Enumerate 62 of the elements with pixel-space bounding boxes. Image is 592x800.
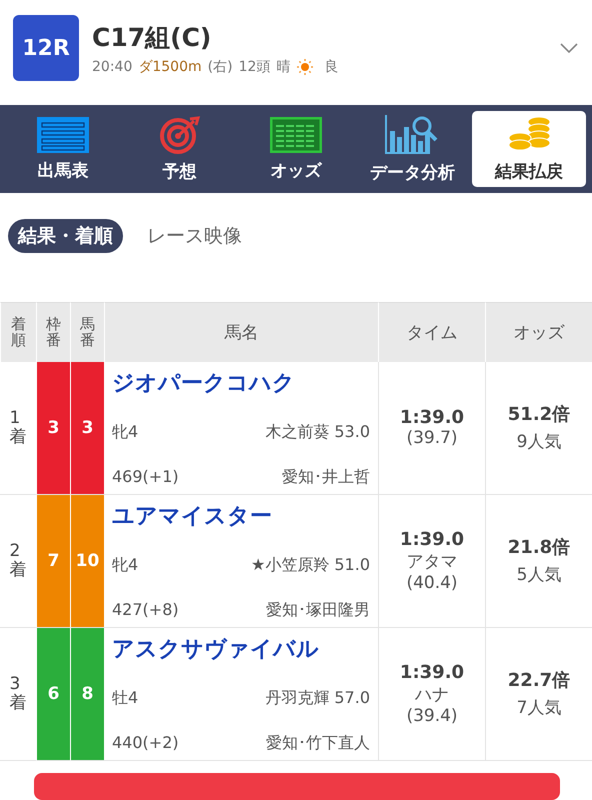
margin-text: アタマ — [406, 550, 458, 573]
race-title: C17組(C) — [92, 22, 212, 54]
frame-number: 7 — [36, 494, 70, 628]
action-button[interactable] — [34, 772, 560, 800]
horse-number: 3 — [70, 362, 104, 495]
horse-name[interactable]: アスクサヴァイバル — [112, 634, 370, 664]
popularity-rank: 9人気 — [516, 431, 562, 454]
popularity-rank: 7人気 — [516, 697, 562, 720]
sun-icon — [296, 58, 314, 76]
body-weight: 427(+8) — [112, 600, 179, 621]
column-header: タイム — [378, 302, 485, 362]
body-weight: 440(+2) — [112, 732, 179, 754]
column-header: 枠番 — [36, 302, 70, 362]
column-header: オッズ — [485, 302, 592, 362]
column-header: 着順 — [0, 302, 36, 362]
course-direction: (右) — [208, 58, 233, 76]
weather-text: 晴 — [276, 58, 290, 76]
horse-name[interactable]: ジオパークコハク — [112, 368, 370, 398]
margin-text: ハナ — [415, 684, 449, 706]
sub-tab[interactable]: レース映像 — [137, 218, 252, 253]
sex-age: 牡4 — [112, 688, 138, 709]
trainer-name: 愛知･塚田隆男 — [266, 600, 370, 621]
spreadsheet-icon — [270, 116, 322, 153]
runner-count: 12頭 — [238, 58, 270, 76]
jockey-weight: ★小笠原羚 51.0 — [250, 554, 370, 576]
trainer-name: 愛知･竹下直人 — [266, 732, 370, 754]
nav-tab[interactable]: オッズ — [238, 110, 354, 188]
horse-number: 8 — [70, 628, 104, 761]
sub-tab[interactable]: 結果・着順 — [8, 218, 123, 253]
odds-value: 51.2倍 — [508, 403, 570, 426]
horse-number: 10 — [70, 494, 104, 628]
last-3f-time: (39.4) — [406, 706, 458, 726]
last-3f-time: (39.7) — [406, 428, 458, 448]
nav-tab[interactable]: 結果払戻 — [472, 110, 586, 188]
nav-tab[interactable]: データ分析 — [355, 110, 470, 188]
popularity-rank: 5人気 — [516, 564, 562, 586]
jockey-weight: 木之前葵 53.0 — [265, 422, 370, 443]
last-3f-time: (40.4) — [406, 572, 458, 593]
track-condition: 良 — [324, 58, 338, 76]
column-header: 馬番 — [70, 302, 104, 362]
sex-age: 牝4 — [112, 554, 138, 576]
jockey-weight: 丹羽克輝 57.0 — [265, 688, 370, 709]
nav-tab[interactable]: 出馬表 — [6, 110, 120, 188]
frame-number: 6 — [36, 628, 70, 761]
frame-number: 3 — [36, 362, 70, 495]
course-distance: ダ1500m — [138, 58, 202, 76]
sex-age: 牝4 — [112, 422, 138, 443]
finish-time: 1:39.0 — [400, 528, 464, 550]
list-icon — [37, 116, 90, 153]
horse-name[interactable]: ユアマイスター — [112, 500, 370, 531]
post-time: 20:40 — [92, 58, 132, 75]
finish-time: 1:39.0 — [400, 662, 464, 683]
chevron-down-icon[interactable] — [560, 43, 578, 54]
nav-tab[interactable]: 予想 — [122, 110, 237, 188]
odds-value: 21.8倍 — [508, 536, 570, 560]
race-number-badge: 12R — [13, 15, 79, 82]
column-header: 馬名 — [104, 302, 378, 362]
target-icon — [160, 116, 200, 154]
body-weight: 469(+1) — [112, 466, 179, 488]
odds-value: 22.7倍 — [508, 669, 570, 692]
trainer-name: 愛知･井上哲 — [282, 466, 370, 488]
finish-time: 1:39.0 — [400, 407, 464, 428]
